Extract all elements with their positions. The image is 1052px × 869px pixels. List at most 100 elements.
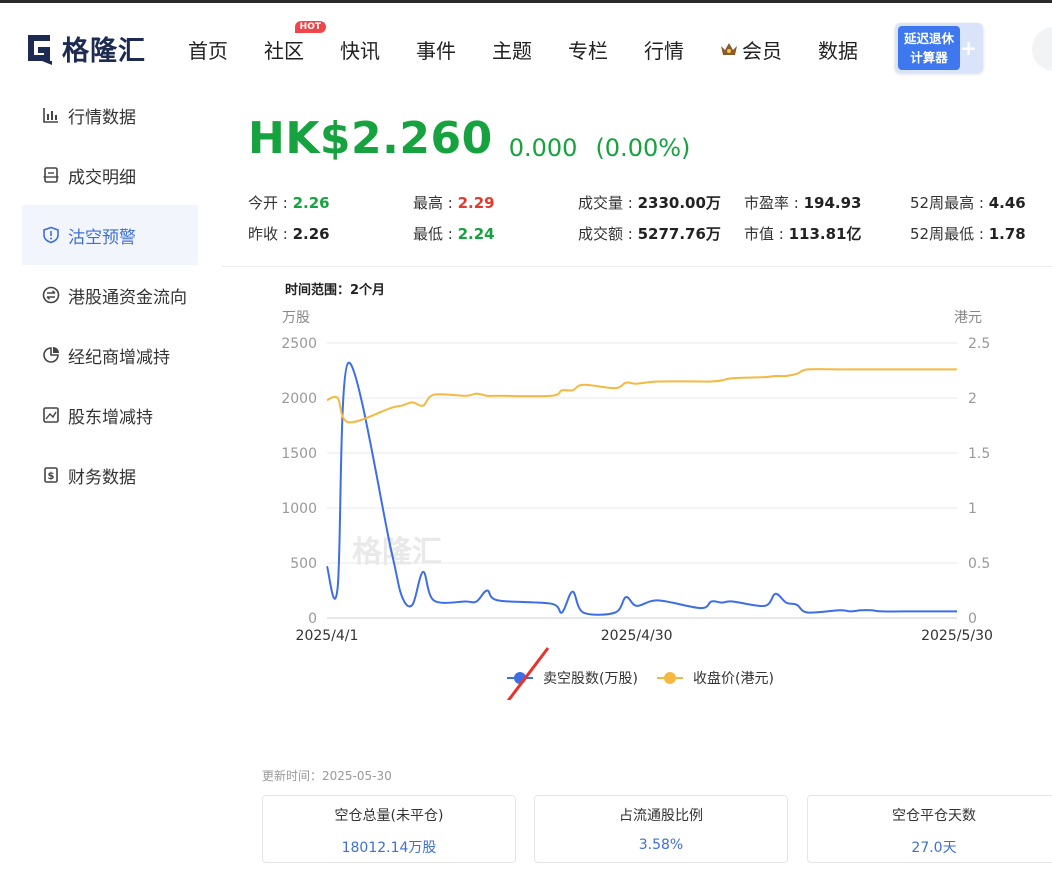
x-axis-tick-label: 2025/5/30: [921, 628, 993, 644]
right-axis-tick-label: 0.5: [968, 556, 990, 572]
left-axis-tick-label: 2000: [281, 391, 317, 407]
sidebar-item-label: 行情数据: [68, 107, 136, 128]
left-axis-tick-label: 500: [290, 556, 317, 572]
right-axis-tick-label: 2.5: [968, 336, 990, 352]
stat-market-cap: 市值 : 113.81亿: [744, 223, 861, 244]
legend-marker[interactable]: [664, 672, 676, 684]
nav-home-label: 首页: [188, 38, 228, 63]
logo-text: 格隆汇: [62, 35, 146, 67]
sidebar-item-financial-data[interactable]: $ 财务数据: [22, 445, 198, 505]
update-time: 更新时间：2025-05-30: [262, 767, 392, 784]
card-value: 3.58%: [638, 837, 684, 853]
card-days-to-cover: 空仓平仓天数 27.0天: [807, 795, 1052, 863]
card-value: 18012.14万股: [341, 840, 437, 856]
nav-events[interactable]: 事件: [416, 35, 456, 64]
sidebar: 行情数据 成交明细 沽空预警 港股通资金流向 经纪商增减持 股东增减持 $ 财务…: [22, 85, 198, 505]
nav-member-label: 会员: [742, 38, 782, 63]
sidebar-item-shareholder-changes[interactable]: 股东增减持: [22, 385, 198, 445]
sidebar-item-label: 港股通资金流向: [68, 287, 187, 308]
time-range-label: 时间范围：: [285, 283, 351, 298]
exchange-icon: [42, 286, 60, 304]
stat-label: 最低 :: [413, 225, 458, 243]
site-header: 格隆汇 首页 社区 HOT 快讯 事件 主题 专栏 行情 会员 数据 延迟退休 计…: [0, 3, 1052, 87]
stat-value: 4.46: [988, 194, 1026, 212]
card-title: 占流通股比例: [619, 808, 703, 824]
nav-home[interactable]: 首页: [188, 35, 228, 64]
right-axis-unit: 港元: [954, 310, 982, 326]
bar-chart-icon: [43, 108, 58, 123]
sidebar-item-southbound-flow[interactable]: 港股通资金流向: [22, 265, 198, 325]
stat-label: 52周最高 :: [910, 194, 989, 212]
stat-52w-low: 52周最低 : 1.78: [910, 223, 1026, 244]
left-axis-tick-label: 0: [308, 611, 317, 627]
stat-52w-high: 52周最高 : 4.46: [910, 192, 1026, 213]
nav-flash-label: 快讯: [340, 38, 380, 63]
pie-chart-icon: [43, 347, 59, 363]
sidebar-item-short-selling[interactable]: 沽空预警: [22, 205, 198, 265]
right-axis-tick-label: 1: [968, 501, 977, 517]
nav-community[interactable]: 社区 HOT: [264, 20, 326, 64]
shield-icon: [43, 226, 59, 244]
stat-value: 2.29: [457, 194, 495, 212]
stat-value: 5277.76万: [637, 225, 721, 243]
x-axis-tick-label: 2025/4/30: [601, 628, 673, 644]
sidebar-item-label: 经纪商增减持: [68, 347, 170, 368]
nav-events-label: 事件: [416, 38, 456, 63]
main-nav: 首页 社区 HOT 快讯 事件 主题 专栏 行情 会员 数据: [170, 20, 876, 65]
legend-label[interactable]: 卖空股数(万股): [543, 671, 638, 687]
left-axis-tick-label: 1500: [281, 446, 317, 462]
nav-flash[interactable]: 快讯: [340, 35, 380, 64]
nav-market[interactable]: 行情: [644, 35, 684, 64]
calculator-label: 延迟退休 计算器: [898, 26, 960, 70]
site-logo[interactable]: 格隆汇: [22, 29, 146, 67]
nav-market-label: 行情: [644, 38, 684, 63]
crown-icon: [721, 43, 737, 55]
nav-member[interactable]: 会员: [720, 35, 782, 64]
stat-value: 2.26: [292, 194, 330, 212]
time-range: 时间范围：2个月: [285, 279, 385, 298]
sidebar-item-label: 财务数据: [68, 467, 136, 488]
nav-community-label: 社区: [264, 38, 304, 63]
x-axis-tick-label: 2025/4/1: [296, 628, 359, 644]
time-range-value: 2个月: [350, 283, 386, 298]
search-box[interactable]: [1032, 27, 1052, 71]
card-open-short-total: 空仓总量(未平仓) 18012.14万股: [262, 795, 516, 863]
stat-label: 52周最低 :: [910, 225, 989, 243]
right-axis-tick-label: 1.5: [968, 446, 990, 462]
stat-label: 市值 :: [744, 225, 789, 243]
nav-columns-label: 专栏: [568, 38, 608, 63]
left-axis-tick-label: 2500: [281, 336, 317, 352]
nav-topics-label: 主题: [492, 38, 532, 63]
stat-value: 2.24: [457, 225, 495, 243]
left-axis-tick-label: 1000: [281, 501, 317, 517]
stat-turnover: 成交额 : 5277.76万: [578, 223, 721, 244]
sidebar-item-label: 沽空预警: [68, 227, 136, 248]
calculator-line1: 延迟退休: [903, 31, 954, 46]
last-price: HK$2.260: [248, 113, 493, 164]
sidebar-item-trade-details[interactable]: 成交明细: [22, 145, 198, 205]
stat-label: 今开 :: [248, 194, 293, 212]
stat-value: 194.93: [803, 194, 862, 212]
short-selling-chart: 格隆汇 万股 港元 2500 2.52000 21500 1.51000 1500 0.5…: [281, 310, 993, 700]
nav-columns[interactable]: 专栏: [568, 35, 608, 64]
update-label: 更新时间：: [262, 769, 323, 783]
sidebar-item-broker-holdings[interactable]: 经纪商增减持: [22, 325, 198, 385]
left-axis-unit: 万股: [282, 310, 310, 326]
legend-label[interactable]: 收盘价(港元): [693, 670, 774, 687]
sidebar-item-market-data[interactable]: 行情数据: [22, 85, 198, 145]
logo-mark-icon: [28, 35, 52, 65]
retirement-calculator-button[interactable]: 延迟退休 计算器 +: [895, 23, 983, 73]
nav-data[interactable]: 数据: [818, 35, 858, 64]
image-chart-icon: [43, 407, 59, 423]
stat-label: 市盈率 :: [744, 194, 804, 212]
section-divider: [222, 266, 1052, 267]
stat-label: 成交额 :: [578, 225, 638, 243]
annotation-arrow: [506, 647, 550, 700]
finance-doc-icon: $: [44, 467, 58, 483]
nav-data-label: 数据: [818, 38, 858, 63]
calculator-line2: 计算器: [910, 50, 948, 65]
stat-value: 1.78: [988, 225, 1026, 243]
stat-label: 最高 :: [413, 194, 458, 212]
stat-open: 今开 : 2.26: [248, 192, 330, 213]
nav-topics[interactable]: 主题: [492, 35, 532, 64]
